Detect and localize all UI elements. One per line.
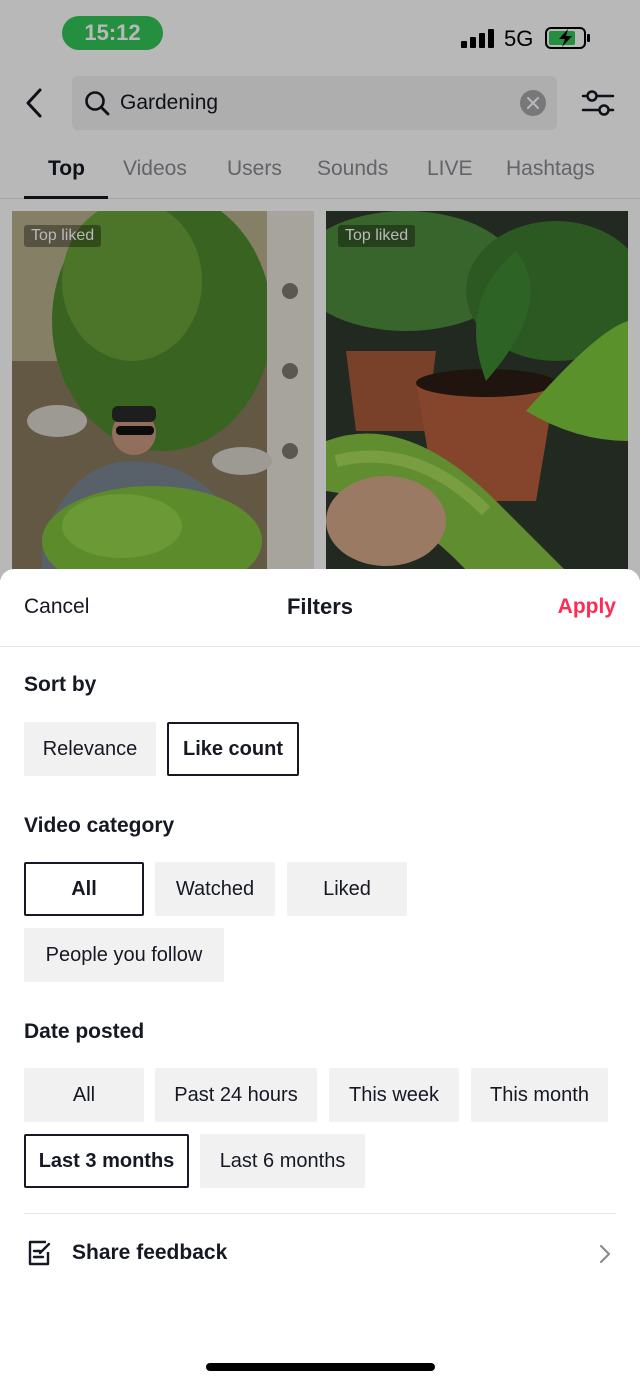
filters-sheet: Cancel Filters Apply Sort by Relevance L… xyxy=(0,569,640,1384)
share-feedback-row[interactable]: Share feedback xyxy=(0,1229,640,1277)
share-feedback-label: Share feedback xyxy=(72,1241,228,1264)
apply-button[interactable]: Apply xyxy=(558,595,616,619)
chevron-right-icon xyxy=(599,1244,611,1264)
date-option-last-6-months[interactable]: Last 6 months xyxy=(200,1134,365,1188)
sheet-header: Cancel Filters Apply xyxy=(0,569,640,647)
date-posted-title: Date posted xyxy=(24,1020,145,1043)
date-option-last-3-months[interactable]: Last 3 months xyxy=(24,1134,189,1188)
sort-by-title: Sort by xyxy=(24,673,97,696)
search-results-screen: 15:12 5G Gardening Top Videos Users Soun… xyxy=(0,0,640,581)
date-option-all[interactable]: All xyxy=(24,1068,144,1122)
category-option-watched[interactable]: Watched xyxy=(155,862,275,916)
category-option-people-you-follow[interactable]: People you follow xyxy=(24,928,224,982)
date-option-past-24-hours[interactable]: Past 24 hours xyxy=(155,1068,317,1122)
home-indicator xyxy=(206,1363,435,1371)
feedback-edit-icon xyxy=(28,1240,51,1266)
category-option-all[interactable]: All xyxy=(24,862,144,916)
modal-backdrop[interactable] xyxy=(0,0,640,580)
category-option-liked[interactable]: Liked xyxy=(287,862,407,916)
sheet-title: Filters xyxy=(286,594,354,619)
video-category-title: Video category xyxy=(24,814,175,837)
date-option-this-week[interactable]: This week xyxy=(329,1068,459,1122)
divider xyxy=(24,1213,616,1214)
date-option-this-month[interactable]: This month xyxy=(471,1068,608,1122)
sort-option-like-count[interactable]: Like count xyxy=(167,722,299,776)
sort-option-relevance[interactable]: Relevance xyxy=(24,722,156,776)
